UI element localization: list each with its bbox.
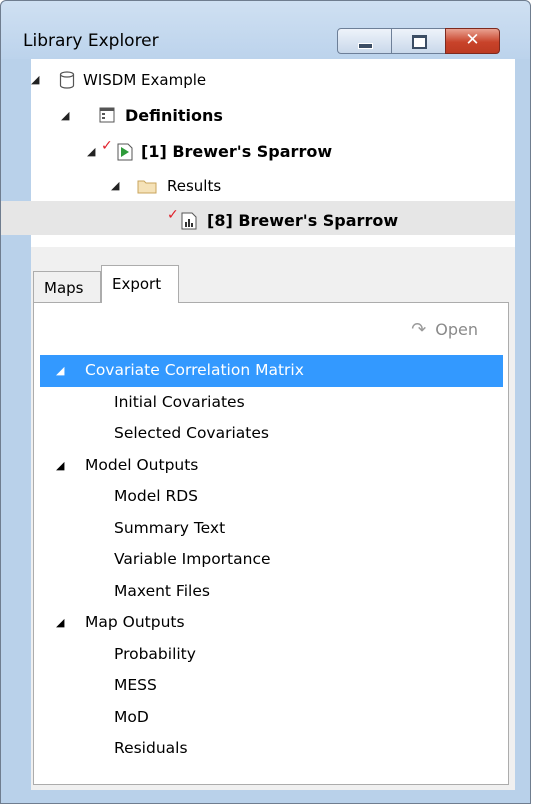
- expand-arrow-icon[interactable]: ◢: [31, 63, 39, 97]
- open-redo-icon: ↷: [411, 319, 427, 340]
- export-list-item[interactable]: Summary Text: [40, 513, 503, 545]
- export-item-label: Initial Covariates: [114, 392, 245, 411]
- export-item-label: Maxent Files: [114, 581, 210, 600]
- checked-mark-icon: ✓: [101, 138, 113, 154]
- window-title: Library Explorer: [23, 31, 159, 51]
- tree-item-library-label: WISDM Example: [83, 71, 207, 89]
- checked-mark-icon: ✓: [167, 207, 179, 223]
- export-options-list: ◢ Covariate Correlation Matrix Initial Cov…: [40, 355, 503, 765]
- tree-item-library[interactable]: ◢ WISDM Example: [31, 63, 511, 97]
- scenario-run-icon: [117, 143, 133, 161]
- export-group-item[interactable]: ◢ Map Outputs: [40, 607, 503, 639]
- result-chart-icon: [181, 212, 197, 230]
- close-icon: ✕: [465, 30, 480, 50]
- export-list-item[interactable]: MESS: [40, 670, 503, 702]
- export-list-item[interactable]: Selected Covariates: [40, 418, 503, 450]
- export-list-item[interactable]: MoD: [40, 702, 503, 734]
- export-group-item[interactable]: ◢ Covariate Correlation Matrix: [40, 355, 503, 387]
- tree-item-result[interactable]: ✓ [8] Brewer's Sparrow: [167, 204, 511, 238]
- folder-icon: [137, 180, 157, 194]
- export-list-item[interactable]: Model RDS: [40, 481, 503, 513]
- export-item-label: MESS: [114, 676, 157, 694]
- export-item-label: Probability: [114, 644, 196, 663]
- library-explorer-window: Library Explorer ✕ ◢ WISDM Example ◢ Def…: [0, 0, 531, 804]
- panel-splitter[interactable]: [31, 247, 515, 257]
- export-item-label: Selected Covariates: [114, 424, 269, 442]
- library-tree: ◢ WISDM Example ◢ Definitions ◢ ✓ [1] Br…: [1, 59, 515, 247]
- expand-arrow-icon[interactable]: ◢: [111, 169, 119, 203]
- export-list-item[interactable]: Initial Covariates: [40, 387, 503, 419]
- maximize-icon: [412, 35, 427, 49]
- export-list-item[interactable]: Residuals: [40, 733, 503, 765]
- results-panel: Maps Export ↷ Open ◢ Covariate Correlation…: [31, 257, 515, 790]
- export-item-label: Model RDS: [114, 487, 199, 505]
- minimize-button[interactable]: [337, 28, 392, 54]
- definitions-icon: [99, 107, 115, 123]
- expand-arrow-icon[interactable]: ◢: [56, 355, 64, 387]
- export-list-item[interactable]: Variable Importance: [40, 544, 503, 576]
- tree-item-definitions-label: Definitions: [125, 106, 223, 125]
- export-item-label: Map Outputs: [85, 613, 185, 631]
- minimize-icon: [358, 43, 373, 49]
- tree-item-scenario-label: [1] Brewer's Sparrow: [141, 142, 333, 161]
- title-bar[interactable]: Library Explorer ✕: [1, 1, 530, 59]
- export-list-item[interactable]: Maxent Files: [40, 576, 503, 608]
- tab-maps[interactable]: Maps: [33, 271, 101, 303]
- export-group-item[interactable]: ◢ Model Outputs: [40, 450, 503, 482]
- export-list-item[interactable]: Probability: [40, 639, 503, 671]
- tree-item-scenario[interactable]: ◢ ✓ [1] Brewer's Sparrow: [87, 135, 511, 169]
- database-icon: [59, 71, 75, 89]
- export-item-label: Model Outputs: [85, 455, 199, 474]
- expand-arrow-icon[interactable]: ◢: [61, 99, 69, 133]
- export-item-label: Residuals: [114, 739, 188, 757]
- expand-arrow-icon[interactable]: ◢: [87, 135, 95, 169]
- open-button-label: Open: [435, 320, 478, 339]
- open-button[interactable]: ↷ Open: [411, 317, 478, 343]
- tree-item-definitions[interactable]: ◢ Definitions: [61, 99, 511, 133]
- maximize-button[interactable]: [391, 28, 446, 54]
- export-tab-content: ↷ Open ◢ Covariate Correlation Matrix Initi…: [33, 302, 509, 785]
- close-button[interactable]: ✕: [445, 28, 500, 54]
- export-item-label: Covariate Correlation Matrix: [85, 361, 304, 379]
- expand-arrow-icon[interactable]: ◢: [56, 450, 64, 482]
- tree-item-result-label: [8] Brewer's Sparrow: [207, 211, 399, 230]
- expand-arrow-icon[interactable]: ◢: [56, 607, 64, 639]
- tab-export[interactable]: Export: [101, 265, 179, 303]
- export-item-label: MoD: [114, 707, 149, 726]
- export-item-label: Summary Text: [114, 518, 226, 537]
- export-item-label: Variable Importance: [114, 550, 271, 568]
